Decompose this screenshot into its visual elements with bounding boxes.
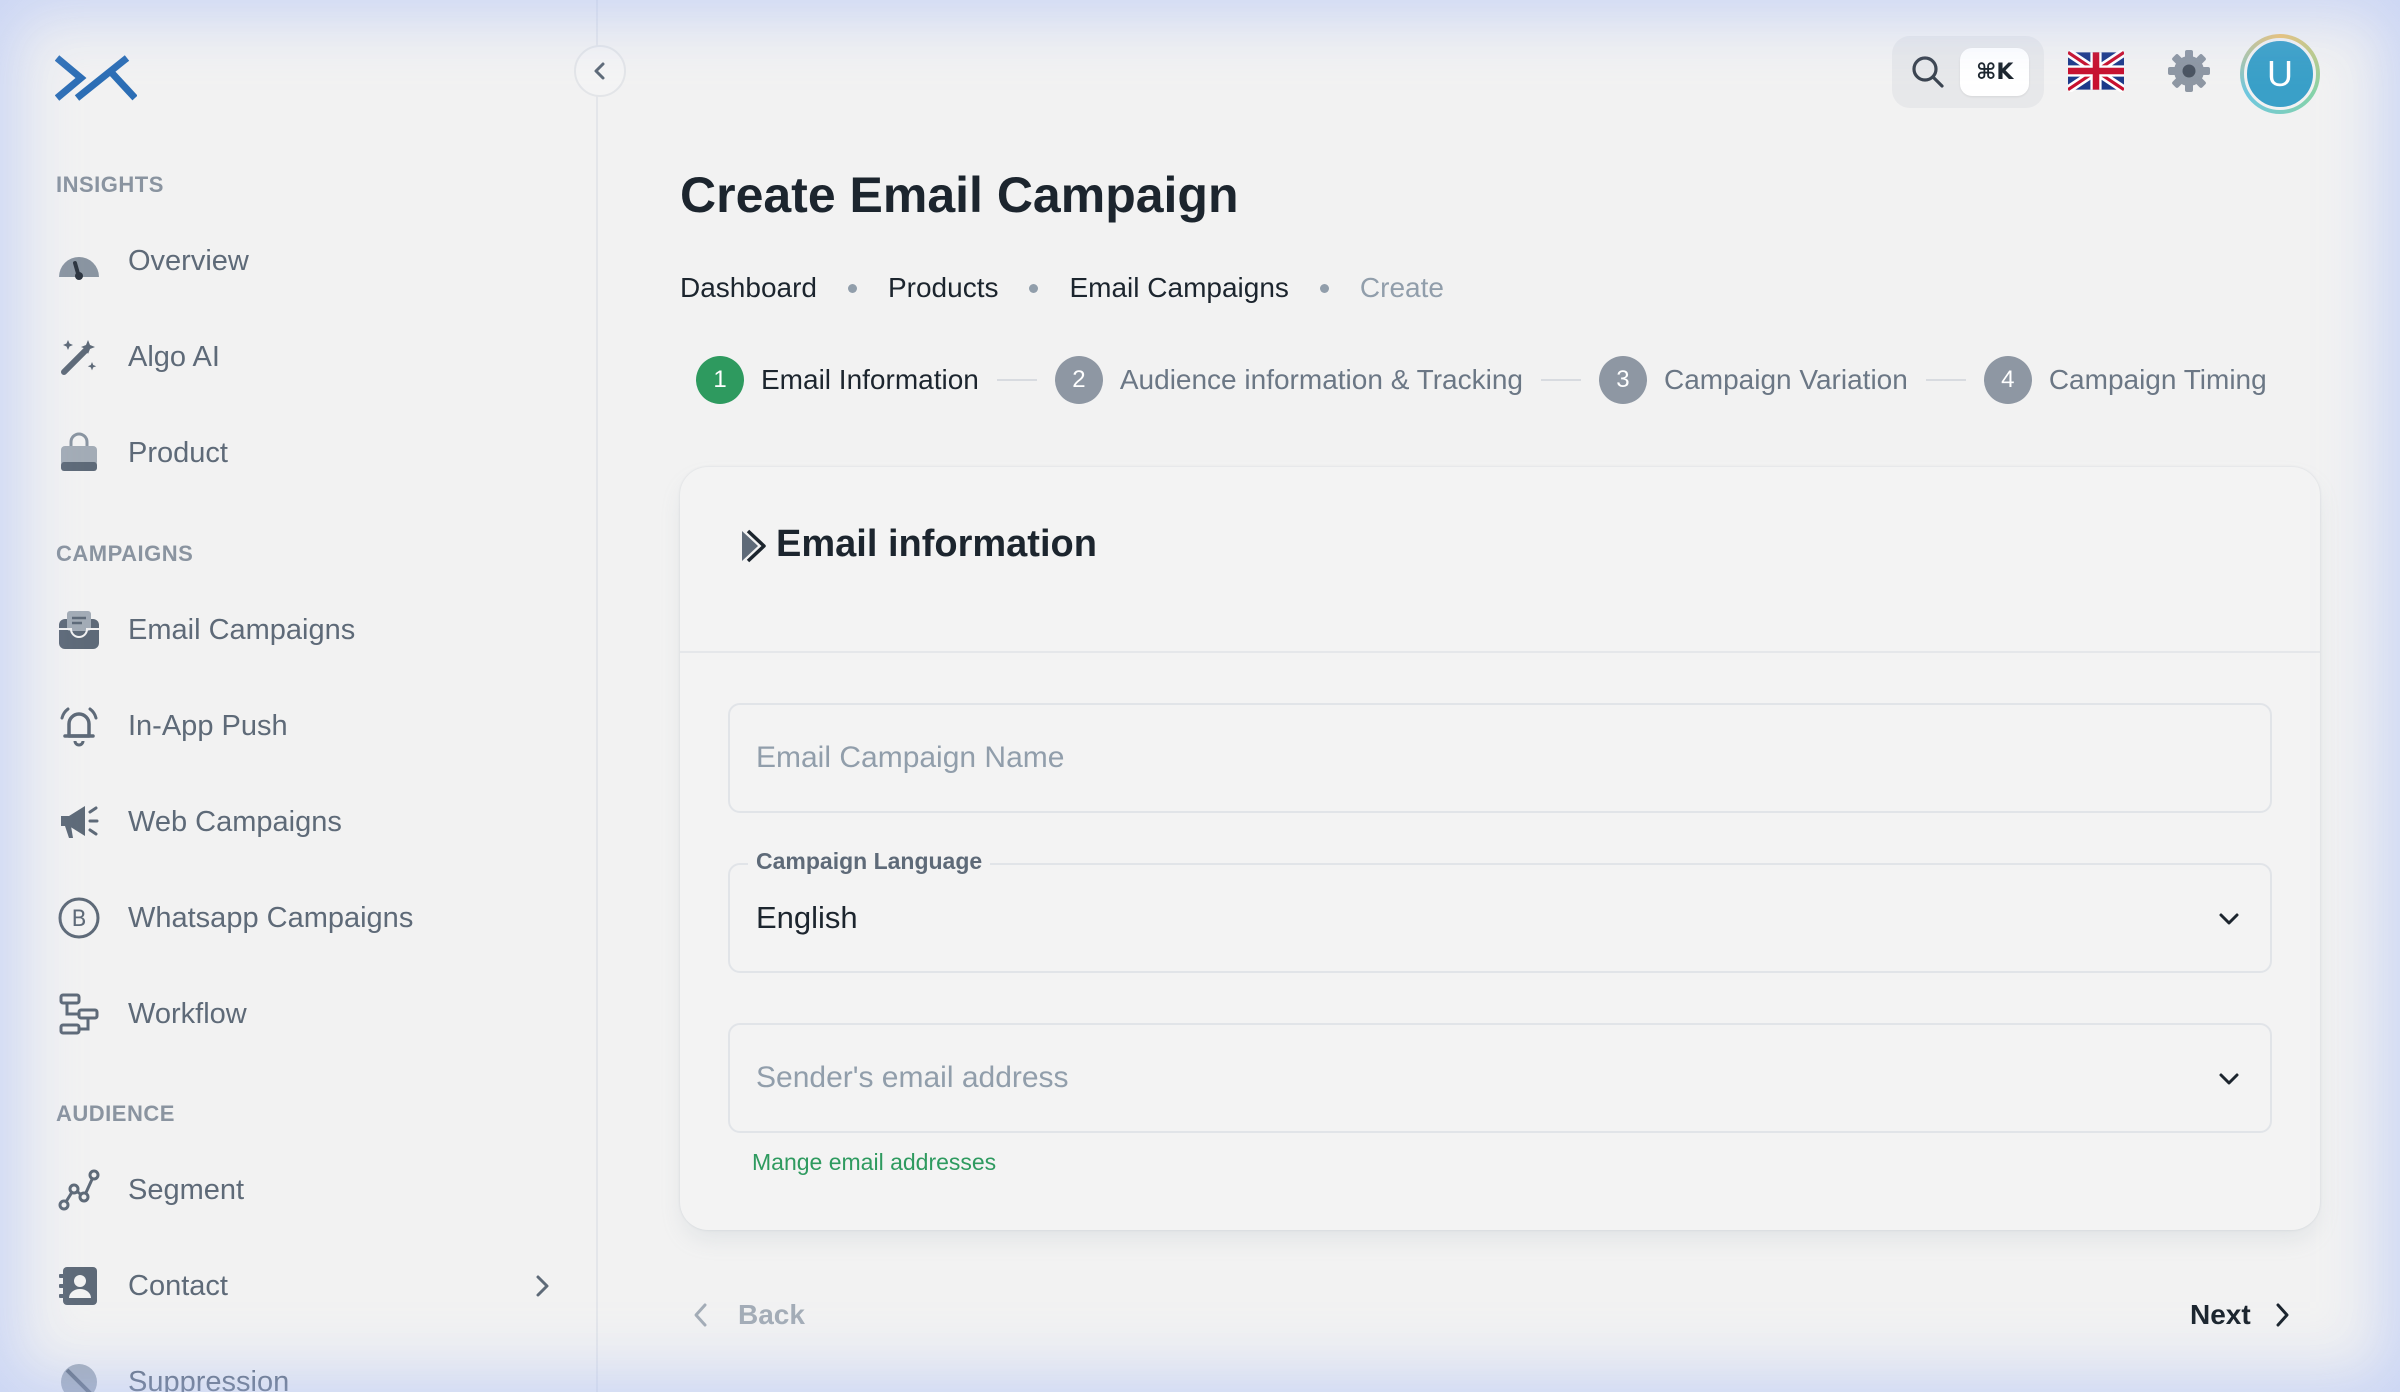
search-icon — [1912, 56, 1944, 88]
sidebar-item-product[interactable]: Product — [56, 423, 556, 483]
section-title-insights: INSIGHTS — [56, 172, 164, 197]
step-label-audience-tracking[interactable]: Audience information & Tracking — [1120, 364, 1523, 396]
step-label-email-information[interactable]: Email Information — [761, 364, 979, 396]
sidebar-item-email-campaigns[interactable]: Email Campaigns — [56, 600, 556, 660]
sidebar-item-label: Contact — [128, 1269, 228, 1302]
breadcrumb: Dashboard Products Email Campaigns Creat… — [680, 268, 1444, 308]
sidebar-item-workflow[interactable]: Workflow — [56, 984, 556, 1044]
sidebar: INSIGHTS Overview Algo AI Product CAMPAI… — [0, 0, 598, 1392]
sidebar-item-label: Suppression — [128, 1365, 290, 1392]
breadcrumb-separator — [1029, 283, 1039, 293]
section-title-audience: AUDIENCE — [56, 1101, 175, 1126]
magic-wand-icon — [56, 334, 102, 380]
back-button-label: Back — [738, 1299, 805, 1330]
workflow-icon — [56, 991, 102, 1037]
step-connector — [1540, 379, 1581, 381]
step-number-1: 1 — [696, 356, 744, 404]
campaign-name-input[interactable]: Email Campaign Name — [728, 703, 2272, 813]
sidebar-item-label: Overview — [128, 244, 249, 277]
avatar: U — [2244, 38, 2316, 110]
play-arrow-icon — [742, 529, 766, 563]
breadcrumb-products[interactable]: Products — [888, 272, 999, 304]
breadcrumb-separator — [847, 283, 857, 293]
sidebar-item-label: Segment — [128, 1173, 245, 1206]
section-title-campaigns: CAMPAIGNS — [56, 541, 194, 566]
chevron-right-icon[interactable] — [528, 1271, 556, 1306]
breadcrumb-current: Create — [1359, 272, 1444, 303]
breadcrumb-email-campaigns[interactable]: Email Campaigns — [1069, 272, 1288, 304]
step-label-campaign-variation[interactable]: Campaign Variation — [1664, 364, 1908, 396]
block-icon — [56, 1359, 102, 1392]
stepper: 1 Email Information 2 Audience informati… — [696, 355, 2267, 405]
whatsapp-b-icon: B — [56, 895, 102, 941]
campaign-language-label: Campaign Language — [748, 848, 991, 875]
shopping-bag-icon — [56, 430, 102, 476]
sidebar-item-whatsapp-campaigns[interactable]: B Whatsapp Campaigns — [56, 888, 556, 948]
speedometer-icon — [56, 238, 102, 284]
sidebar-collapse-button[interactable] — [574, 45, 626, 97]
megaphone-icon — [56, 799, 102, 845]
card-header: Email information — [680, 467, 2320, 653]
chevron-down-icon — [2219, 1073, 2239, 1085]
search-button[interactable]: ⌘K — [1892, 36, 2044, 108]
sidebar-item-label: Workflow — [128, 997, 247, 1030]
sidebar-item-label: Algo AI — [128, 340, 220, 373]
keyboard-shortcut-badge: ⌘K — [1960, 48, 2030, 96]
sidebar-item-in-app-push[interactable]: In-App Push — [56, 696, 556, 756]
inbox-icon — [56, 607, 102, 653]
chevron-right-icon — [2276, 1303, 2289, 1327]
page-title: Create Email Campaign — [680, 167, 1239, 223]
campaign-language-select[interactable]: Campaign Language English — [728, 848, 2272, 973]
sidebar-item-overview[interactable]: Overview — [56, 231, 556, 291]
uk-flag-icon[interactable] — [2068, 50, 2124, 92]
back-button[interactable]: Back — [690, 1295, 805, 1335]
step-number-4: 4 — [1983, 356, 2032, 404]
step-connector — [996, 379, 1037, 381]
sender-email-placeholder: Sender's email address — [756, 1061, 1069, 1094]
sidebar-item-web-campaigns[interactable]: Web Campaigns — [56, 792, 556, 852]
chevron-down-icon — [2219, 913, 2239, 925]
step-connector — [1925, 379, 1966, 381]
breadcrumb-separator — [1319, 283, 1329, 293]
sidebar-item-label: In-App Push — [128, 709, 288, 742]
email-information-card: Email information Email Campaign Name Ca… — [680, 467, 2320, 1230]
sidebar-item-label: Email Campaigns — [128, 613, 356, 646]
next-button[interactable]: Next — [2190, 1295, 2293, 1335]
segment-graph-icon — [56, 1167, 102, 1213]
sidebar-item-label: Whatsapp Campaigns — [128, 901, 414, 934]
step-number-2: 2 — [1054, 356, 1103, 404]
chevron-left-icon — [694, 1303, 707, 1327]
bell-ringing-icon — [56, 703, 102, 749]
card-title: Email information — [776, 523, 1097, 565]
sidebar-item-suppression[interactable]: Suppression — [56, 1352, 556, 1392]
gear-icon[interactable] — [2166, 48, 2212, 94]
chevron-left-icon — [594, 62, 605, 80]
campaign-language-value: English — [756, 900, 858, 935]
logo-icon[interactable] — [55, 52, 137, 104]
sidebar-item-label: Product — [128, 436, 228, 469]
sidebar-item-label: Web Campaigns — [128, 805, 342, 838]
sidebar-item-segment[interactable]: Segment — [56, 1160, 556, 1220]
step-number-3: 3 — [1598, 356, 1647, 404]
user-avatar-button[interactable]: U — [2240, 34, 2320, 114]
svg-text:B: B — [71, 907, 86, 932]
manage-email-addresses-link[interactable]: Mange email addresses — [752, 1149, 996, 1176]
breadcrumb-dashboard[interactable]: Dashboard — [680, 272, 817, 304]
sidebar-item-algo-ai[interactable]: Algo AI — [56, 327, 556, 387]
next-button-label: Next — [2190, 1299, 2251, 1330]
sender-email-select[interactable]: Sender's email address — [728, 1023, 2272, 1133]
sidebar-item-contact[interactable]: Contact — [56, 1256, 556, 1316]
contact-card-icon — [56, 1263, 102, 1309]
campaign-name-placeholder: Email Campaign Name — [756, 741, 1065, 774]
step-label-campaign-timing[interactable]: Campaign Timing — [2049, 364, 2267, 396]
